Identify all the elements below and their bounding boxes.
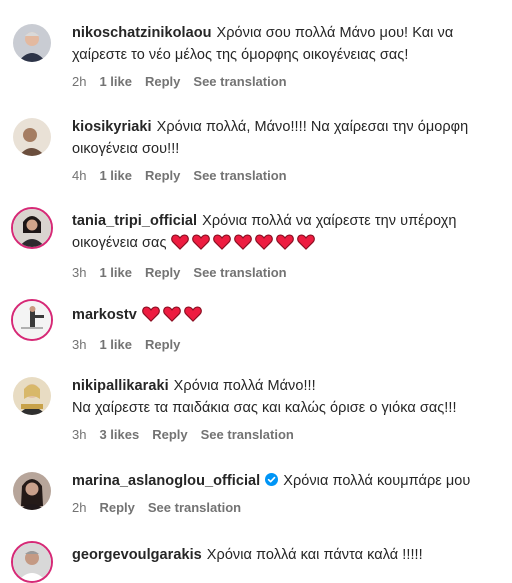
comment-time[interactable]: 2h — [72, 500, 86, 515]
comment-username[interactable]: tania_tripi_official — [72, 213, 197, 229]
reply-button[interactable]: Reply — [145, 265, 180, 280]
heart-emoji-row — [170, 234, 318, 257]
comment-time[interactable]: 3h — [72, 427, 86, 442]
comment-likes[interactable]: 1 like — [99, 168, 132, 183]
reply-button[interactable]: Reply — [145, 74, 180, 89]
comment-body: Χρόνια πολλά κουμπάρε μου — [283, 473, 471, 489]
comment-username[interactable]: markostv — [72, 307, 137, 323]
comment-text: kiosikyriaki Χρόνια πολλά, Μάνο!!!! Να χα… — [72, 116, 498, 160]
comment-text: markostv — [72, 304, 498, 329]
red-heart-emoji — [254, 234, 273, 250]
see-translation-button[interactable]: See translation — [193, 265, 286, 280]
heart-emoji-row — [142, 306, 205, 329]
comment-body: Χρόνια πολλά Μάνο!!! — [173, 378, 316, 394]
see-translation-button[interactable]: See translation — [201, 427, 294, 442]
red-heart-emoji — [191, 234, 210, 250]
see-translation-button[interactable]: See translation — [148, 500, 241, 515]
comment-likes[interactable]: 1 like — [99, 265, 132, 280]
reply-button[interactable]: Reply — [145, 337, 180, 352]
comment-meta: 3h 1 like Reply — [72, 337, 498, 353]
reply-button[interactable]: Reply — [99, 500, 134, 515]
comment-username[interactable]: kiosikyriaki — [72, 119, 152, 135]
red-heart-emoji — [184, 306, 202, 322]
reply-button[interactable]: Reply — [145, 168, 180, 183]
verified-badge-icon — [265, 473, 279, 486]
avatar[interactable] — [11, 299, 53, 341]
avatar[interactable] — [13, 472, 51, 510]
comment-meta: 4h 1 like Reply See translation — [72, 168, 498, 184]
comment-text: marina_aslanoglou_official Χρόνια πολλά κ… — [72, 470, 498, 492]
comment-username[interactable]: nikoschatzinikolaou — [72, 25, 212, 41]
red-heart-emoji — [275, 234, 294, 250]
comment-meta: 3h 1 like Reply See translation — [72, 265, 498, 281]
avatar[interactable] — [11, 541, 53, 583]
comment-time[interactable]: 4h — [72, 168, 86, 183]
avatar[interactable] — [13, 377, 51, 415]
comment-meta: 2h Reply See translation — [72, 500, 498, 516]
comment-text: tania_tripi_official Χρόνια πολλά να χαίρ… — [72, 210, 498, 257]
comment-time[interactable]: 3h — [72, 337, 86, 352]
comment-likes[interactable]: 1 like — [99, 74, 132, 89]
see-translation-button[interactable]: See translation — [193, 74, 286, 89]
comment-username[interactable]: marina_aslanoglou_official — [72, 473, 260, 489]
comment-text: nikoschatzinikolaou Χρόνια σου πολλά Μάνο… — [72, 22, 498, 66]
avatar[interactable] — [13, 24, 51, 62]
red-heart-emoji — [212, 234, 231, 250]
see-translation-button[interactable]: See translation — [193, 168, 286, 183]
comment-username[interactable]: nikipallikaraki — [72, 378, 169, 394]
comment-likes[interactable]: 1 like — [99, 337, 132, 352]
comment-time[interactable]: 2h — [72, 74, 86, 89]
red-heart-emoji — [296, 234, 315, 250]
comment-text: nikipallikaraki Χρόνια πολλά Μάνο!!! Να χ… — [72, 375, 498, 419]
comment-meta: 2h 1 like Reply See translation — [72, 74, 498, 90]
comment-likes[interactable]: 3 likes — [99, 427, 139, 442]
comment-username[interactable]: georgevoulgarakis — [72, 547, 202, 563]
red-heart-emoji — [163, 306, 181, 322]
comment-body-line-2: Να χαίρεστε τα παιδάκια σας και καλώς όρ… — [72, 400, 457, 416]
reply-button[interactable]: Reply — [152, 427, 187, 442]
red-heart-emoji — [233, 234, 252, 250]
avatar[interactable] — [13, 118, 51, 156]
avatar[interactable] — [11, 207, 53, 249]
comment-time[interactable]: 3h — [72, 265, 86, 280]
comment-meta: 3h 3 likes Reply See translation — [72, 427, 498, 443]
comment-body: Χρόνια πολλά και πάντα καλά !!!!! — [206, 547, 423, 563]
red-heart-emoji — [170, 234, 189, 250]
red-heart-emoji — [142, 306, 160, 322]
comment-text: georgevoulgarakis Χρόνια πολλά και πάντα … — [72, 544, 498, 566]
